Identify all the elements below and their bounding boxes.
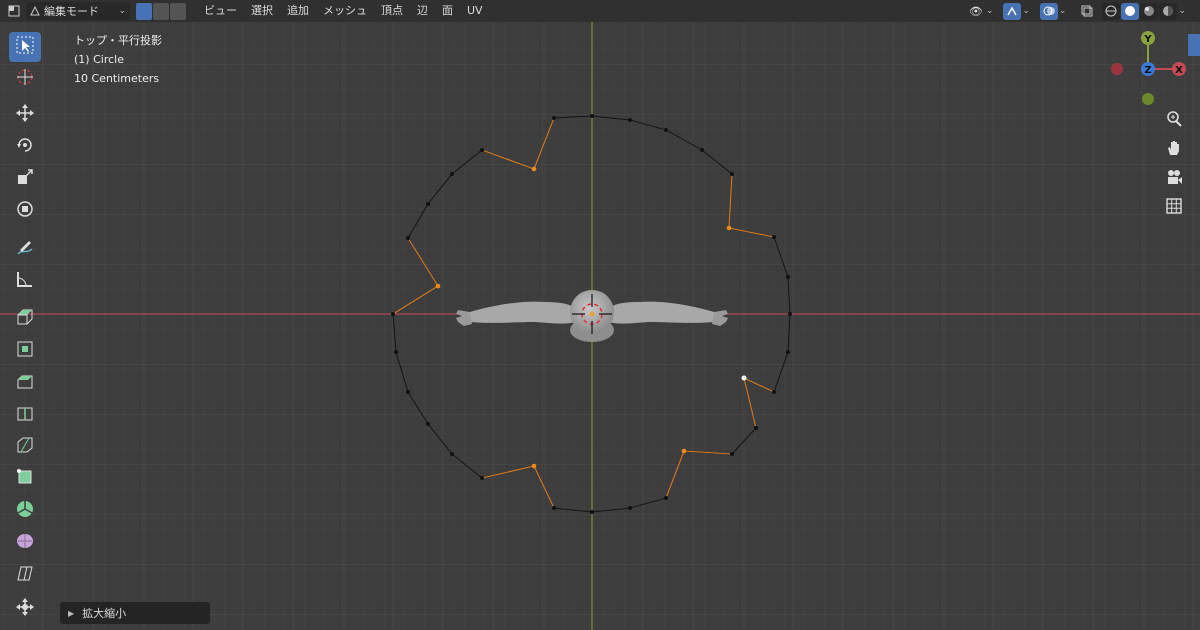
chevron-down-icon[interactable]: ⌄ [986,6,994,16]
active-object-name: (1) Circle [74,53,124,66]
wireframe-shading-icon[interactable] [1102,2,1121,20]
rotate-icon [15,135,35,159]
tool-poly-build[interactable] [9,464,41,494]
solid-shading-icon[interactable] [1121,2,1140,20]
tool-shear[interactable] [9,560,41,590]
header-menu: ビュー 選択 追加 メッシュ 頂点 辺 面 UV [197,1,490,21]
move-icon [15,103,35,127]
mode-select[interactable]: 編集モード ⌄ [26,2,130,20]
header-right-tools: 👁 ⌄ ⌄ ⌄ ⌄ [964,0,1200,22]
pan-hand-icon [1165,139,1183,161]
gizmo-neg-y[interactable] [1142,93,1154,105]
tool-inset[interactable] [9,336,41,366]
view-info-overlay: トップ・平行投影 (1) Circle 10 Centimeters [74,31,162,88]
pan-button[interactable] [1162,138,1186,162]
camera-icon [1165,168,1183,190]
overlay-toggle-icon[interactable] [1039,2,1058,20]
menu-select[interactable]: 選択 [244,1,280,21]
measure-icon [15,269,35,293]
view-name: トップ・平行投影 [74,34,162,47]
tool-knife[interactable] [9,432,41,462]
visibility-eye-icon[interactable]: 👁 [967,3,985,20]
select-box-icon [15,35,35,59]
shear-icon [15,563,35,587]
xray-toggle-icon[interactable] [1078,3,1096,20]
loop-cut-icon [15,403,35,427]
tool-spin[interactable] [9,496,41,526]
menu-edge[interactable]: 辺 [410,1,435,21]
mode-select-label: 編集モード [44,5,99,18]
viewport-header: 編集モード ⌄ ビュー 選択 追加 メッシュ 頂点 辺 面 UV 👁 ⌄ ⌄ ⌄ [0,0,1200,22]
sidebar-toggle-tab[interactable] [1188,34,1200,56]
camera-view-button[interactable] [1162,167,1186,191]
expand-triangle-icon[interactable]: ▶ [68,609,74,618]
tool-loop-cut[interactable] [9,400,41,430]
chevron-down-icon: ⌄ [118,6,126,16]
tool-select-box[interactable] [9,32,41,62]
editor-type-icon[interactable] [8,5,20,17]
tool-move[interactable] [9,100,41,130]
grid-scale: 10 Centimeters [74,72,160,85]
tool-scale[interactable] [9,164,41,194]
grid-view-icon [1165,197,1183,219]
tool-smooth[interactable] [9,528,41,558]
annotate-icon [15,237,35,261]
vertex-select-mode-button[interactable] [136,2,152,20]
chevron-down-icon[interactable]: ⌄ [1059,6,1067,16]
face-select-mode-button[interactable] [170,2,186,20]
navigation-gizmo[interactable]: Y X Z [1103,28,1193,118]
tool-annotate[interactable] [9,234,41,264]
menu-view[interactable]: ビュー [197,1,244,21]
knife-icon [15,435,35,459]
transform-icon [15,199,35,223]
tool-measure[interactable] [9,266,41,296]
zoom-button[interactable] [1162,109,1186,133]
edit-mode-icon [30,6,40,16]
tool-rotate[interactable] [9,132,41,162]
spin-icon [15,499,35,523]
chevron-down-icon[interactable]: ⌄ [1022,6,1030,16]
scale-icon [15,167,35,191]
tool-cursor[interactable] [9,64,41,94]
cursor-icon [15,67,35,91]
shrink-fatten-icon [15,597,35,621]
tool-shrink-fatten[interactable] [9,594,41,624]
last-operator-panel[interactable]: ▶ 拡大縮小 [60,602,210,624]
gizmo-y-label: Y [1143,34,1152,45]
chevron-down-icon[interactable]: ⌄ [1178,6,1186,16]
extrude-icon [15,307,35,331]
tool-transform[interactable] [9,196,41,226]
last-operator-label: 拡大縮小 [82,607,127,620]
menu-face[interactable]: 面 [435,1,460,21]
menu-uv[interactable]: UV [460,1,490,21]
smooth-icon [15,531,35,555]
select-mode-group [136,2,187,20]
bevel-icon [15,371,35,395]
inset-icon [15,339,35,363]
poly-build-icon [15,467,35,491]
tool-bevel[interactable] [9,368,41,398]
toggle-ortho-button[interactable] [1162,196,1186,220]
gizmo-z-label: Z [1144,65,1151,76]
rendered-shading-icon[interactable] [1159,2,1178,20]
material-shading-icon[interactable] [1140,2,1159,20]
gizmo-neg-x[interactable] [1111,63,1123,75]
edge-select-mode-button[interactable] [153,2,169,20]
viewport[interactable] [0,0,1200,630]
menu-add[interactable]: 追加 [280,1,316,21]
menu-mesh[interactable]: メッシュ [316,1,374,21]
gizmo-x-label: X [1175,65,1183,76]
gizmo-toggle-icon[interactable] [1003,2,1022,20]
zoom-icon [1165,110,1183,132]
tool-extrude[interactable] [9,304,41,334]
menu-vertex[interactable]: 頂点 [374,1,410,21]
